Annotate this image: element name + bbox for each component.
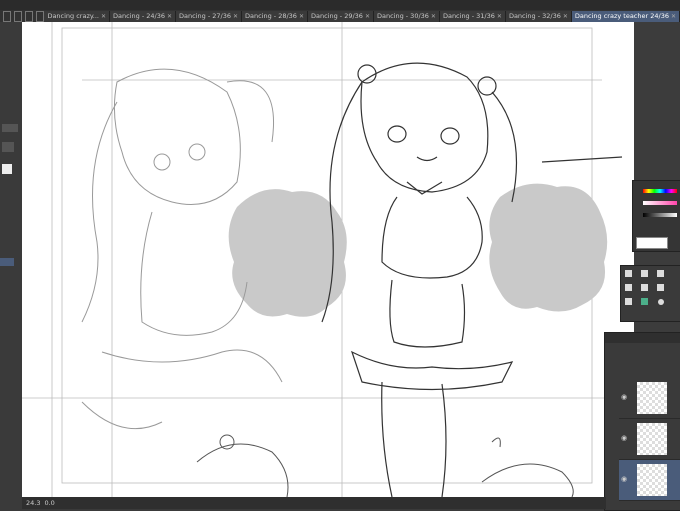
close-icon[interactable]: ✕: [167, 11, 172, 22]
tab-7[interactable]: Dancing - 32/36 ✕: [505, 10, 572, 22]
layer-row[interactable]: ◉: [619, 378, 680, 419]
layer-row-selected[interactable]: ◉: [619, 460, 680, 501]
fill-icon: [641, 284, 648, 291]
redo-icon[interactable]: [36, 10, 45, 22]
close-icon[interactable]: ✕: [563, 11, 568, 22]
layer-panel: ◉ ◉ ◉: [604, 332, 680, 511]
hue-slider[interactable]: [643, 189, 677, 193]
sketch-illustration: [22, 22, 634, 497]
select-icon: [641, 298, 648, 305]
save-icon[interactable]: [14, 10, 23, 22]
eye-icon[interactable]: ◉: [621, 475, 627, 483]
undo-icon[interactable]: [25, 10, 34, 22]
eye-icon[interactable]: ◉: [621, 434, 627, 442]
layer-row[interactable]: ◉: [619, 419, 680, 460]
close-icon[interactable]: ✕: [431, 11, 436, 22]
color-wheel-panel[interactable]: [632, 180, 680, 252]
pen-icon: [625, 270, 632, 277]
main-color-swatch[interactable]: [636, 237, 668, 249]
move-icon: [625, 284, 632, 291]
status-bar: 24.3 0.0: [22, 497, 606, 509]
brush-icon: [657, 270, 664, 277]
zoom-value[interactable]: 24.3: [26, 499, 40, 507]
close-icon[interactable]: ✕: [101, 11, 106, 22]
eye-icon[interactable]: ◉: [621, 393, 627, 401]
layer-thumbnail: [637, 464, 667, 496]
dropdown-button[interactable]: [2, 142, 14, 152]
menu-bar: [0, 0, 680, 10]
tab-2[interactable]: Dancing - 27/36 ✕: [176, 10, 242, 22]
value-slider[interactable]: [643, 213, 677, 217]
tab-5[interactable]: Dancing - 30/36 ✕: [373, 10, 440, 22]
tab-4[interactable]: Dancing - 29/36 ✕: [307, 10, 374, 22]
layer-thumbnail: [637, 382, 667, 414]
tab-3[interactable]: Dancing - 28/36 ✕: [242, 10, 308, 22]
layer-panel-header: [605, 333, 680, 343]
color-swatch[interactable]: [2, 164, 12, 174]
eraser-icon: [657, 284, 664, 291]
close-icon[interactable]: ✕: [233, 11, 238, 22]
tab-1[interactable]: Dancing - 24/36 ✕: [110, 10, 177, 22]
saturation-slider[interactable]: [643, 201, 677, 205]
sub-tool-button[interactable]: [0, 258, 14, 266]
tool-button[interactable]: [2, 124, 18, 132]
close-icon[interactable]: ✕: [671, 11, 676, 22]
pencil-icon: [641, 270, 648, 277]
drawing-canvas[interactable]: [22, 22, 634, 497]
tab-active[interactable]: Dancing crazy teacher 24/36 ✕: [571, 10, 680, 22]
close-icon[interactable]: ✕: [299, 11, 304, 22]
tool-palette: [620, 265, 680, 322]
tab-6[interactable]: Dancing - 31/36 ✕: [439, 10, 506, 22]
home-icon[interactable]: [3, 10, 12, 22]
circle-icon: [658, 299, 664, 305]
left-tool-panel: [0, 22, 22, 509]
close-icon[interactable]: ✕: [497, 11, 502, 22]
angle-value[interactable]: 0.0: [44, 499, 54, 507]
layer-thumbnail: [637, 423, 667, 455]
close-icon[interactable]: ✕: [365, 11, 370, 22]
tab-0[interactable]: Dancing crazy... ✕: [44, 10, 111, 22]
lasso-icon: [625, 298, 632, 305]
